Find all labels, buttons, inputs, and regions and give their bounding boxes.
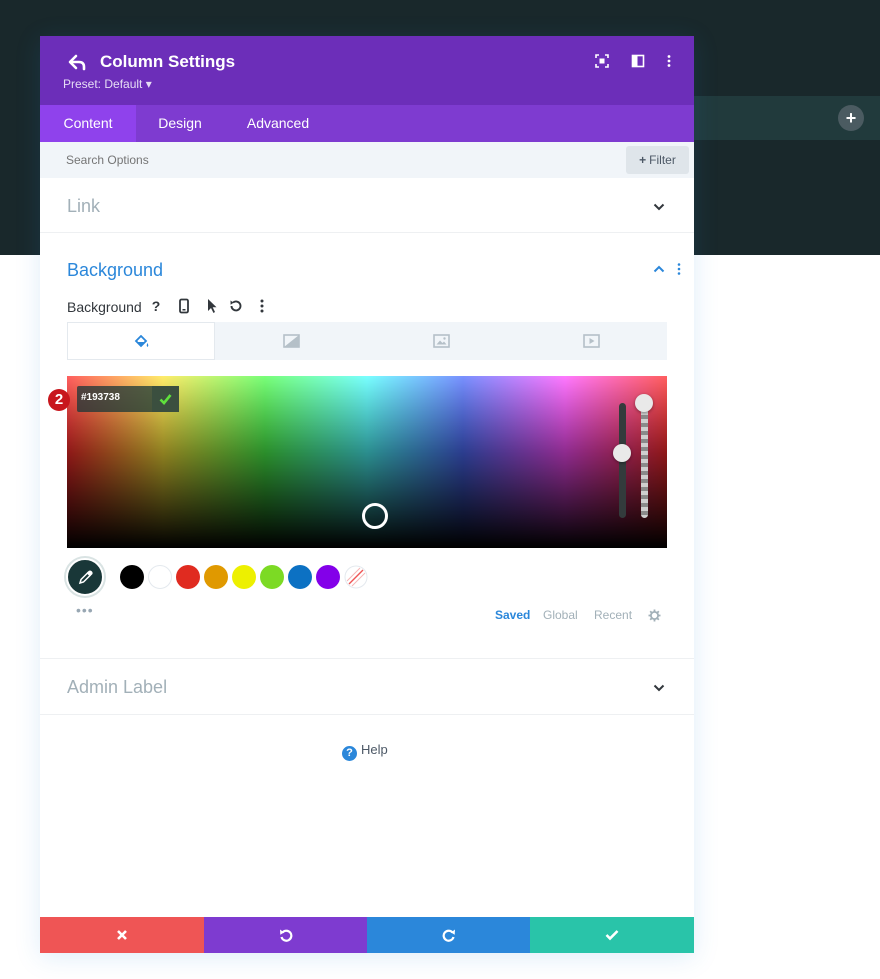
redo-button[interactable] (367, 917, 530, 953)
swatch-black[interactable] (120, 565, 144, 589)
paint-bucket-icon (134, 335, 149, 348)
search-options-input[interactable] (66, 142, 466, 178)
swatch-white[interactable] (148, 565, 172, 589)
hex-value[interactable]: #193738 (81, 392, 120, 403)
fullscreen-icon[interactable] (595, 54, 609, 68)
swatch-red[interactable] (176, 565, 200, 589)
tab-advanced[interactable]: Advanced (224, 105, 332, 142)
background-option-label: Background (67, 299, 142, 315)
swatch-transparent[interactable] (344, 565, 368, 589)
palette-tab-recent[interactable]: Recent (594, 608, 632, 622)
swatch-purple[interactable] (316, 565, 340, 589)
opacity-slider-handle[interactable] (635, 394, 653, 412)
column-settings-modal: Column Settings Preset: Default ▾ Conten… (40, 36, 694, 953)
chevron-up-icon[interactable] (653, 265, 665, 273)
palette-settings-gear-icon[interactable] (648, 609, 661, 622)
more-options-icon[interactable] (662, 54, 676, 68)
more-swatches-icon[interactable]: ••• (76, 602, 94, 618)
admin-label-section-title: Admin Label (67, 677, 168, 697)
background-section-title[interactable]: Background (67, 260, 163, 281)
settings-tabs: Content Design Advanced (40, 105, 694, 142)
responsive-phone-icon[interactable] (176, 298, 192, 314)
discard-changes-button[interactable] (40, 917, 204, 953)
redo-icon (442, 929, 455, 942)
search-bar: +Filter (40, 142, 694, 178)
filter-button[interactable]: + Filter (626, 146, 689, 174)
video-icon (583, 334, 600, 348)
tab-color-background[interactable] (67, 322, 215, 360)
add-module-button[interactable]: + (838, 105, 864, 131)
checkmark-icon (605, 930, 619, 941)
back-arrow-icon[interactable] (67, 53, 89, 73)
close-icon (117, 930, 127, 940)
help-link[interactable]: ? Help (342, 742, 388, 761)
step-badge: 2 (48, 389, 70, 411)
hue-slider-handle[interactable] (613, 444, 631, 462)
swatch-green[interactable] (260, 565, 284, 589)
link-section-title: Link (67, 196, 101, 216)
undo-icon (279, 929, 292, 942)
color-selector-handle[interactable] (362, 503, 388, 529)
help-question-icon[interactable]: ? (148, 298, 164, 314)
background-type-tabs (67, 322, 667, 360)
option-menu-icon[interactable] (254, 298, 270, 314)
help-circle-icon: ? (342, 746, 357, 761)
plus-icon: + (639, 153, 647, 167)
tab-design[interactable]: Design (136, 105, 224, 142)
link-section[interactable]: Link (40, 178, 694, 233)
chevron-down-icon[interactable] (653, 203, 665, 211)
tab-content[interactable]: Content (40, 105, 136, 142)
modal-title: Column Settings (100, 52, 236, 71)
palette-tab-global[interactable]: Global (543, 608, 578, 622)
save-changes-button[interactable] (530, 917, 694, 953)
hover-cursor-icon[interactable] (204, 298, 220, 314)
tab-video-background[interactable] (517, 322, 665, 360)
modal-header: Column Settings Preset: Default ▾ (40, 36, 694, 105)
tab-gradient-background[interactable] (217, 322, 365, 360)
swatch-blue[interactable] (288, 565, 312, 589)
opacity-slider-track[interactable] (641, 403, 648, 518)
section-menu-icon[interactable] (676, 262, 682, 276)
eyedropper-icon (78, 570, 93, 585)
admin-label-section[interactable]: Admin Label (40, 659, 694, 715)
modal-footer (40, 917, 694, 953)
reset-icon[interactable] (228, 298, 244, 314)
preset-selector[interactable]: Preset: Default ▾ (63, 77, 152, 91)
palette-tab-saved[interactable]: Saved (495, 608, 530, 622)
check-icon (159, 394, 172, 405)
chevron-down-icon[interactable] (653, 684, 665, 692)
split-view-icon[interactable] (631, 54, 645, 68)
filter-label: Filter (649, 153, 676, 167)
svg-text:?: ? (152, 298, 161, 314)
current-color-eyedropper[interactable] (66, 558, 104, 596)
image-icon (433, 334, 450, 348)
help-label: Help (361, 742, 388, 757)
tab-image-background[interactable] (367, 322, 515, 360)
swatch-orange[interactable] (204, 565, 228, 589)
swatch-yellow[interactable] (232, 565, 256, 589)
hex-apply-button[interactable] (152, 386, 179, 412)
undo-button[interactable] (204, 917, 367, 953)
gradient-icon (283, 334, 300, 348)
